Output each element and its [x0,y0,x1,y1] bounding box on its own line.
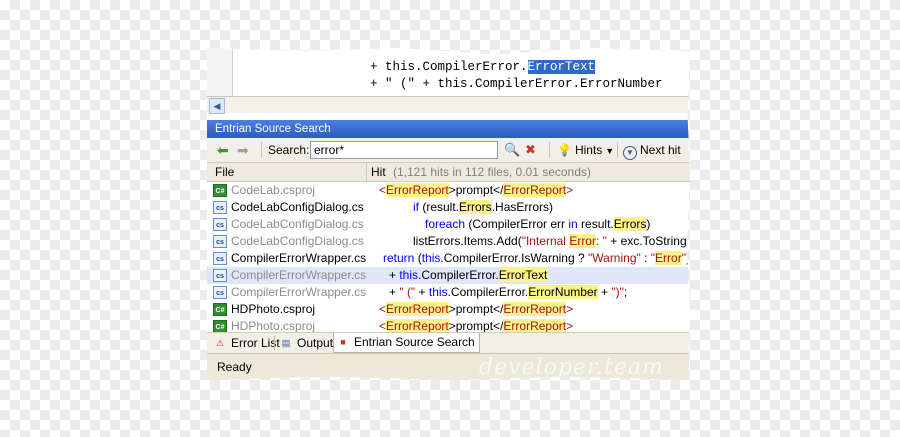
table-row[interactable]: C# HDPhoto.csproj <ErrorReport>prompt</E… [207,301,690,318]
back-arrow-icon[interactable]: ⬅ [217,141,233,159]
toolbar-separator [617,142,618,158]
search-input[interactable] [310,141,498,159]
file-name: HDPhoto.csproj [231,319,316,332]
table-row[interactable]: cs CodeLabConfigDialog.cs foreach (Compi… [207,216,690,233]
cs-file-icon: cs [213,269,227,282]
file-name: CodeLabConfigDialog.cs [231,234,364,248]
search-label: Search: [268,143,310,157]
toolbar-separator [549,142,550,158]
table-row[interactable]: cs CodeLabConfigDialog.cs listErrors.Ite… [207,233,690,250]
next-hit-icon: ▼ [623,146,637,160]
column-header-hit[interactable]: Hit [371,163,386,181]
file-name: CompilerErrorWrapper.cs [231,285,367,299]
file-name: CodeLabConfigDialog.cs [231,217,364,231]
search-icon[interactable]: 🔍 [504,141,520,159]
cs-file-icon: cs [213,218,227,231]
cs-file-icon: cs [213,252,227,265]
hit-text: + this.CompilerError.ErrorText [389,268,548,282]
file-name: CompilerErrorWrapper.cs [231,251,367,265]
hit-text: if (result.Errors.HasErrors) [413,200,554,214]
watermark: developer.team [479,355,664,380]
results-header: File Hit (1,121 hits in 112 files, 0.01 … [207,163,690,182]
file-name: CompilerErrorWrapper.cs [231,268,367,282]
next-hit-button[interactable]: ▼ Next hit [623,141,681,160]
results-list: C# CodeLab.csproj <ErrorReport>prompt</E… [207,182,690,332]
csproj-icon: C# [213,320,227,332]
hit-text: listErrors.Items.Add("Internal Error: " … [413,234,690,248]
lightbulb-icon: 💡 [557,143,572,157]
hit-text: return (this.CompilerError.IsWarning ? "… [383,251,690,265]
cs-file-icon: cs [213,201,227,214]
vs-window: + this.CompilerError.ErrorText + " (" + … [207,48,690,380]
bottom-tabs: ⚠ Error List ▤ Output ■ Entrian Source Sear… [207,332,690,353]
table-row[interactable]: C# HDPhoto.csproj <ErrorReport>prompt</E… [207,318,690,332]
table-row[interactable]: cs CompilerErrorWrapper.cs + " (" + this… [207,284,690,301]
table-row-selected[interactable]: cs CompilerErrorWrapper.cs + this.Compil… [207,267,690,284]
code-editor[interactable]: + this.CompilerError.ErrorText + " (" + … [207,48,690,96]
dropdown-arrow-icon: ▼ [605,146,615,156]
scroll-left-icon[interactable]: ◀ [209,98,225,114]
clear-search-icon[interactable]: ✖ [525,141,541,159]
hit-text: foreach (CompilerError err in result.Err… [425,217,651,231]
csproj-icon: C# [213,184,227,197]
tab-divider [274,336,275,350]
editor-gutter [207,48,233,96]
file-name: HDPhoto.csproj [231,302,316,316]
selected-text: ErrorText [527,60,596,74]
search-toolbar: ⬅ ➡ Search: 🔍 ✖ 💡Hints▼ ▼Next hit [207,138,690,163]
output-icon: ▤ [281,338,291,348]
hit-text: <ErrorReport>prompt</ErrorReport> [379,319,574,332]
column-divider[interactable] [366,163,367,181]
toolbar-separator [261,142,262,158]
column-header-file[interactable]: File [215,163,234,181]
status-bar: Ready developer.team [207,353,690,380]
hit-text: + " (" + this.CompilerError.ErrorNumber … [389,285,628,299]
status-text: Ready [217,360,252,374]
table-row[interactable]: C# CodeLab.csproj <ErrorReport>prompt</E… [207,182,690,199]
panel-title: Entrian Source Search [207,120,690,138]
entrian-icon: ■ [340,337,346,347]
csproj-icon: C# [213,303,227,316]
error-list-icon: ⚠ [215,338,225,348]
tab-entrian-source-search[interactable]: ■ Entrian Source Search [333,333,480,353]
tab-error-list[interactable]: ⚠ Error List [211,334,284,352]
table-row[interactable]: cs CodeLabConfigDialog.cs if (result.Err… [207,199,690,216]
table-row[interactable]: cs CompilerErrorWrapper.cs return (this.… [207,250,690,267]
cs-file-icon: cs [213,235,227,248]
hit-text: <ErrorReport>prompt</ErrorReport> [379,302,574,316]
code-line-2: + " (" + this.CompilerError.ErrorNumber [370,77,663,91]
file-name: CodeLab.csproj [231,183,316,197]
horizontal-scrollbar[interactable]: ◀ [207,96,690,114]
tab-output[interactable]: ▤ Output [277,334,337,352]
cs-file-icon: cs [213,286,227,299]
hit-text: <ErrorReport>prompt</ErrorReport> [379,183,574,197]
file-name: CodeLabConfigDialog.cs [231,200,364,214]
forward-arrow-icon[interactable]: ➡ [237,141,253,159]
hit-count: (1,121 hits in 112 files, 0.01 seconds) [393,165,591,179]
code-line-1: + this.CompilerError.ErrorText [370,60,596,74]
hints-button[interactable]: 💡 Hints ▼ [557,141,614,159]
